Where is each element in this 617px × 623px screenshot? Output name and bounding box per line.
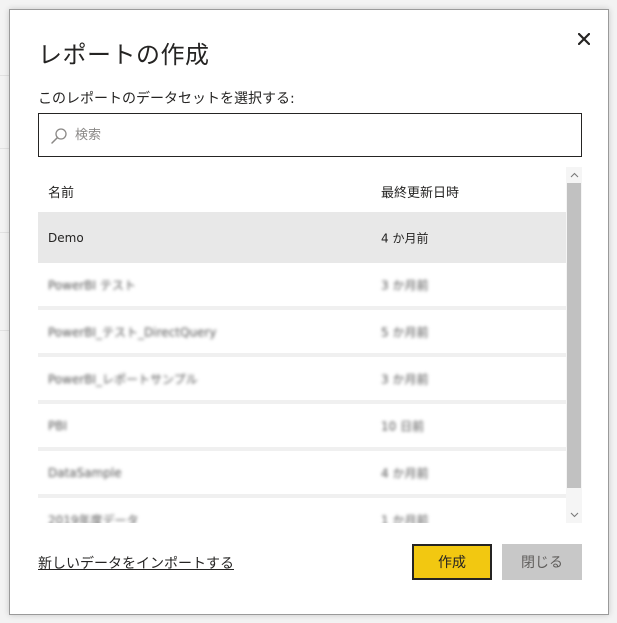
table-row[interactable]: PowerBI_テスト_DirectQuery 5 か月前 (38, 310, 566, 357)
import-data-link[interactable]: 新しいデータをインポートする (38, 553, 234, 573)
column-header-name[interactable]: 名前 (48, 182, 74, 201)
dataset-name: PowerBI_レポートサンプル (48, 372, 198, 386)
table-row[interactable]: PowerBI_レポートサンプル 3 か月前 (38, 357, 566, 404)
column-header-modified[interactable]: 最終更新日時 (381, 182, 459, 201)
search-input[interactable] (75, 114, 575, 156)
scroll-up-button[interactable] (566, 167, 582, 183)
dataset-modified: 3 か月前 (381, 278, 429, 292)
dataset-name: 2019年度データ (48, 513, 139, 523)
table-row[interactable]: PowerBI テスト 3 か月前 (38, 263, 566, 310)
dataset-modified: 4 か月前 (381, 231, 429, 245)
close-dialog-button[interactable]: 閉じる (502, 544, 582, 580)
table-row[interactable]: PBI 10 日前 (38, 404, 566, 451)
dataset-modified: 4 か月前 (381, 466, 429, 480)
dataset-name: DataSample (48, 465, 122, 480)
dataset-table: 名前 最終更新日時 Demo 4 か月前 PowerBI テスト 3 か月前 P… (38, 167, 582, 523)
dialog-title: レポートの作成 (38, 41, 210, 69)
dataset-name: Demo (48, 230, 84, 245)
create-button[interactable]: 作成 (412, 544, 492, 580)
table-row[interactable]: Demo 4 か月前 (38, 212, 566, 263)
table-row[interactable]: DataSample 4 か月前 (38, 451, 566, 498)
search-box[interactable] (38, 113, 582, 157)
dataset-modified: 5 か月前 (381, 325, 429, 339)
scrollbar-thumb[interactable] (567, 183, 581, 488)
chevron-down-icon (570, 512, 578, 518)
create-report-dialog: レポートの作成 このレポートのデータセットを選択する: 名前 最終更新日時 De… (9, 9, 609, 615)
dataset-name: PowerBI_テスト_DirectQuery (48, 325, 217, 339)
table-header: 名前 最終更新日時 (38, 167, 566, 212)
dataset-name: PBI (48, 418, 68, 433)
vertical-scrollbar[interactable] (566, 167, 582, 523)
dataset-modified: 10 日前 (381, 419, 425, 433)
close-icon (578, 33, 590, 45)
chevron-up-icon (570, 172, 578, 178)
scroll-down-button[interactable] (566, 507, 582, 523)
dataset-modified: 3 か月前 (381, 372, 429, 386)
close-button[interactable] (573, 28, 595, 50)
dataset-modified: 1 か月前 (381, 513, 429, 523)
table-body: Demo 4 か月前 PowerBI テスト 3 か月前 PowerBI_テスト… (38, 212, 566, 523)
dataset-name: PowerBI テスト (48, 278, 136, 292)
dataset-prompt: このレポートのデータセットを選択する: (38, 91, 295, 107)
search-icon (51, 128, 67, 144)
table-row[interactable]: 2019年度データ 1 か月前 (38, 498, 566, 523)
